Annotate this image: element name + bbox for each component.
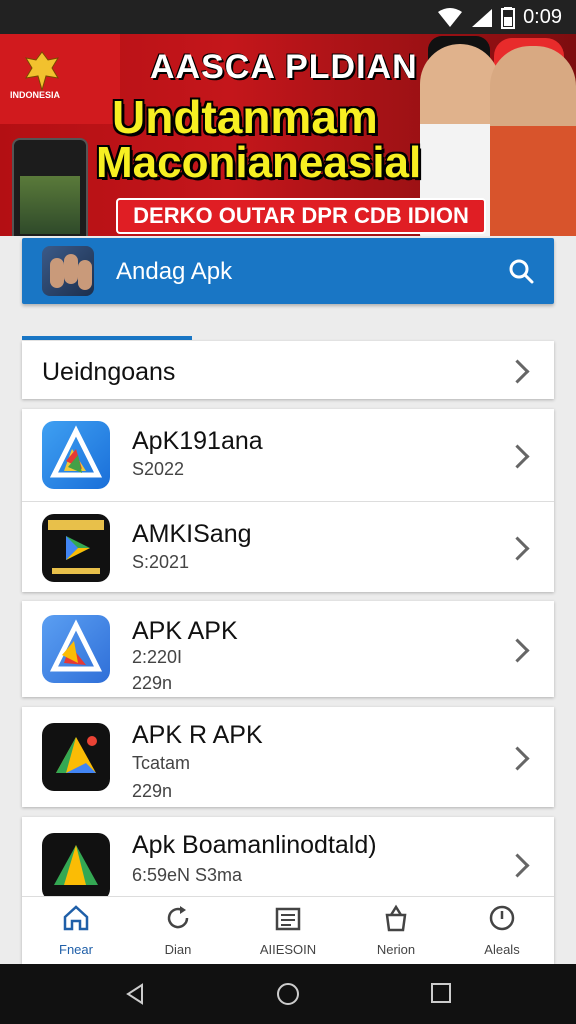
nav-item-refresh[interactable]: Dian: [128, 903, 228, 957]
app-name: AMKISang: [132, 520, 252, 548]
app-meta: 2:220I: [132, 647, 183, 667]
app-name: APK APK: [132, 617, 238, 645]
app-icon: [42, 421, 110, 489]
person-image: [490, 46, 576, 236]
app-card: APK R APK Tcatam 229n: [22, 707, 554, 807]
system-nav-bar: [0, 964, 576, 1024]
home-button-icon[interactable]: [276, 982, 300, 1006]
clock-time: 0:09: [523, 6, 562, 28]
emblem-icon: [24, 51, 60, 92]
list-icon: [275, 907, 301, 931]
app-meta: S2022: [132, 459, 185, 479]
banner-headline: Maconianeasial: [96, 138, 422, 187]
banner-ribbon: DERKO OUTAR DPR CDB IDION: [116, 198, 486, 234]
nav-item-list[interactable]: AIIESOIN: [238, 903, 338, 957]
promo-banner[interactable]: INDONESIA AASCA PLDIAN Undtanmam Maconia…: [0, 34, 576, 236]
app-meta: 6:59eN S3ma: [132, 865, 243, 885]
app-title: Andag Apk: [116, 258, 233, 285]
app-logo[interactable]: [42, 246, 94, 296]
emblem-text: INDONESIA: [10, 90, 61, 100]
back-icon[interactable]: [124, 982, 148, 1006]
app-name: ApK191ana: [132, 427, 263, 455]
nav-item-home[interactable]: Fnear: [26, 903, 126, 957]
nav-label: Nerion: [376, 942, 416, 957]
nav-label: Aleals: [484, 942, 520, 957]
nav-item-bag[interactable]: Nerion: [346, 903, 446, 957]
list-item[interactable]: APK APK 2:220I 229n: [22, 601, 554, 697]
recents-icon[interactable]: [430, 982, 452, 1004]
signal-icon: [472, 8, 493, 27]
app-name: APK R APK: [132, 721, 263, 749]
bag-icon: [385, 904, 407, 932]
app-meta: Tcatam: [132, 753, 191, 773]
screen: 0:09 INDONESIA AASCA PLDIAN Undtanmam Ma…: [0, 0, 576, 1024]
banner-headline: AASCA PLDIAN: [150, 48, 418, 86]
app-card: APK APK 2:220I 229n: [22, 601, 554, 697]
nav-label: Fnear: [59, 942, 93, 957]
app-header: Andag Apk: [22, 238, 554, 304]
search-icon[interactable]: [508, 258, 534, 284]
app-size: 229n: [132, 781, 173, 801]
list-item[interactable]: APK R APK Tcatam 229n: [22, 707, 554, 807]
app-icon: [42, 514, 110, 582]
chevron-right-icon: [505, 638, 530, 663]
chevron-right-icon: [505, 536, 530, 561]
clock-icon: [489, 905, 515, 931]
refresh-icon: [167, 906, 189, 929]
list-item[interactable]: Apk Boamanlinodtald) 6:59eN S3ma: [22, 817, 554, 907]
app-icon: [42, 723, 110, 791]
app-meta: S:2021: [132, 552, 190, 572]
app-size: 229n: [132, 673, 173, 693]
chevron-right-icon: [505, 853, 530, 878]
banner-headline: Undtanmam: [112, 91, 378, 143]
app-icon: [42, 833, 110, 901]
app-icon: [42, 615, 110, 683]
phone-image: [12, 138, 88, 236]
battery-icon: [501, 6, 516, 29]
nav-label: AIIESOIN: [259, 942, 317, 957]
app-name: Apk Boamanlinodtald): [132, 831, 377, 859]
section-header[interactable]: Ueidngoans: [22, 341, 554, 399]
nav-label: Dian: [164, 942, 192, 957]
chevron-right-icon: [505, 746, 530, 771]
nav-item-clock[interactable]: Aleals: [452, 903, 552, 957]
list-item[interactable]: AMKISang S:2021: [22, 502, 554, 592]
home-icon: [63, 905, 89, 931]
section-label: Ueidngoans: [42, 358, 176, 386]
chevron-right-icon: [505, 444, 530, 469]
bottom-nav: Fnear Dian AIIESOIN Nerion Aleals: [22, 896, 554, 965]
app-group-card: ApK191ana S2022 AMKISang S:2021: [22, 409, 554, 592]
wifi-icon: [438, 7, 463, 27]
list-item[interactable]: ApK191ana S2022: [22, 409, 554, 501]
tab-indicator: [22, 336, 192, 340]
chevron-right-icon: [505, 359, 530, 384]
status-bar: 0:09: [0, 0, 576, 34]
